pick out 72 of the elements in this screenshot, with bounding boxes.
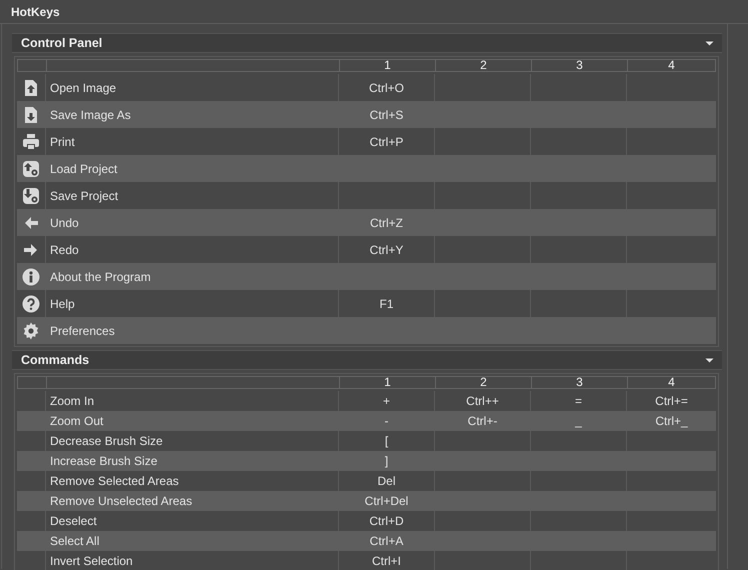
shortcut-text[interactable]: Ctrl+P [370,134,404,148]
command-name: Remove Selected Areas [50,474,179,488]
command-name: Decrease Brush Size [50,434,163,448]
command-name: Open Image [50,80,116,94]
file-up-arrow-icon [22,78,40,96]
command-name: Help [50,296,75,310]
settings-icon [22,322,40,340]
command-name: Load Project [50,162,118,176]
file-down-arrow-icon [22,106,40,124]
command-name: Zoom In [50,394,94,408]
column-header: 4 [627,59,716,72]
shortcut-text[interactable]: Del [377,474,396,488]
table-row[interactable]: Select All Ctrl+A [17,531,716,551]
command-name: Zoom Out [50,414,104,428]
shortcut-text[interactable]: [ [384,434,388,448]
section-title: Commands [21,353,90,367]
printer-icon [22,132,40,150]
shortcut-text[interactable]: ] [384,454,388,468]
command-name: Remove Unselected Areas [50,494,192,508]
window-title: HotKeys [11,4,60,18]
table-row[interactable]: Preferences [17,317,716,344]
column-header: 3 [531,59,627,72]
column-header: 4 [627,376,716,389]
shortcut-text[interactable]: = [574,394,582,408]
shortcut-text[interactable]: Ctrl+- [468,414,498,428]
command-name: About the Program [50,270,151,284]
table-row[interactable]: Save Image As Ctrl+S [17,101,716,128]
command-name: Undo [50,216,79,230]
command-name: Print [50,134,75,148]
shortcut-text[interactable]: Ctrl+I [372,554,401,568]
box-down-arrow-gear-icon [22,186,40,204]
command-name: Redo [50,242,79,256]
column-header: 1 [339,59,435,72]
command-name: Preferences [50,324,115,338]
collapse-arrow-icon[interactable] [705,38,714,48]
shortcut-text[interactable]: _ [575,414,582,428]
shortcut-text[interactable]: + [382,394,390,408]
shortcut-text[interactable]: Ctrl+D [369,514,404,528]
collapse-arrow-icon[interactable] [705,356,714,364]
shortcut-text[interactable]: Ctrl+Y [370,242,404,256]
shortcut-text[interactable]: Ctrl+A [370,534,404,548]
shortcut-text[interactable]: Ctrl+O [368,80,404,94]
column-header: 2 [435,376,531,389]
table-row[interactable]: Load Project [17,155,716,182]
table-row[interactable]: Increase Brush Size ] [17,451,716,471]
shortcut-text[interactable]: Ctrl+_ [655,414,688,428]
command-name: Save Project [50,188,118,202]
shortcut-text[interactable]: Ctrl++ [466,394,499,408]
shortcut-text[interactable]: Ctrl+Z [370,216,403,230]
box-up-arrow-gear-icon [22,160,40,178]
table-row[interactable]: Undo Ctrl+Z [17,209,716,236]
command-name: Select All [50,534,100,548]
table-row[interactable]: About the Program [17,263,716,290]
section-header-bar[interactable]: Control Panel [12,33,722,53]
command-name: Deselect [50,514,97,528]
shortcut-text[interactable]: Ctrl+Del [364,494,408,508]
section-title: Control Panel [21,36,102,50]
help-icon [22,294,40,312]
command-name: Increase Brush Size [50,454,158,468]
command-name: Invert Selection [50,554,133,568]
column-header: 2 [435,59,531,72]
section-header-bar[interactable]: Commands [12,350,722,370]
shortcut-text[interactable]: Ctrl+= [655,394,688,408]
table-row[interactable]: Remove Unselected Areas Ctrl+Del [17,491,716,511]
command-name: Save Image As [50,108,131,122]
shortcut-text[interactable]: Ctrl+S [370,108,404,122]
info-icon [22,268,40,286]
table-row[interactable]: Zoom Out - Ctrl+- _ Ctrl+_ [17,411,716,431]
column-header: 3 [531,376,627,389]
column-header: 1 [339,376,435,389]
shortcut-text[interactable]: - [384,414,388,428]
shortcut-text[interactable]: F1 [379,296,394,310]
